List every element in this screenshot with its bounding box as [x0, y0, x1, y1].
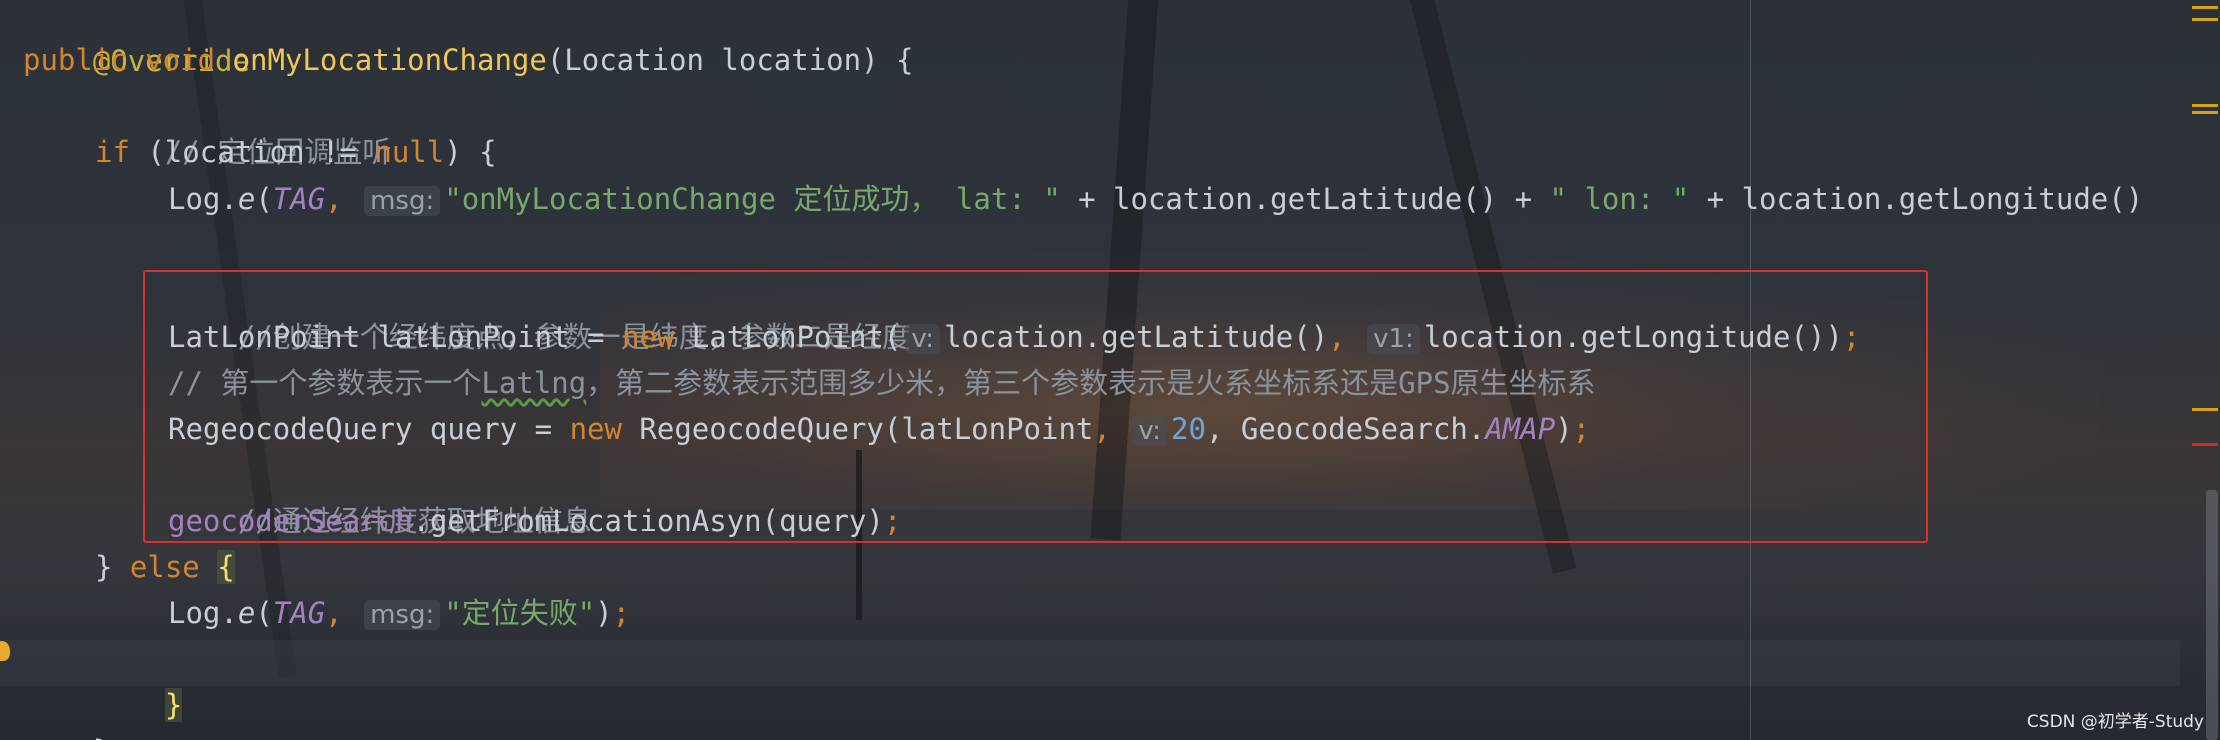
- method-name: onMyLocationChange: [232, 43, 547, 77]
- keyword: new: [621, 320, 675, 354]
- comment: ，第二参数表示范围多少米，第三个参数表示是火系坐标系还是GPS原生坐标系: [586, 366, 1596, 400]
- code-text: LatLonPoint latLonPoint =: [168, 320, 622, 354]
- punctuation: ;: [1572, 412, 1591, 446]
- code-text: .getFromLocationAsyn(query): [412, 504, 884, 538]
- code-text: Log.: [168, 182, 238, 216]
- code-text: location.getLongitude()): [1423, 320, 1843, 354]
- comment-typo: Latlng: [481, 366, 587, 400]
- code-text: ): [1555, 412, 1573, 446]
- code-text: location.getLatitude(): [944, 320, 1329, 354]
- code-line-3[interactable]: // 定位回调监听: [0, 83, 391, 169]
- punctuation: ;: [883, 504, 902, 538]
- code-text: + location.getLatitude() +: [1060, 182, 1550, 216]
- matched-brace: }: [164, 688, 183, 722]
- keyword: null: [374, 135, 445, 169]
- code-line-8[interactable]: LatLonPoint latLonPoint = new LatLonPoin…: [0, 314, 1860, 360]
- code-line-14[interactable]: Log.e(TAG, msg: "定位失败");: [0, 590, 630, 636]
- code-text: (location !=: [129, 135, 375, 169]
- code-line-1[interactable]: @Override: [0, 0, 250, 78]
- closing-brace: }: [93, 734, 110, 740]
- parameter-hint: v1:: [1367, 324, 1420, 354]
- code-line-10[interactable]: RegeocodeQuery query = new RegeocodeQuer…: [0, 406, 1590, 452]
- static-field: AMAP: [1485, 412, 1556, 446]
- code-text: (Location location) {: [546, 43, 914, 77]
- code-text: + location.getLongitude(): [1689, 182, 2144, 216]
- static-field: TAG: [272, 182, 326, 216]
- field-reference: geocoderSearch: [168, 504, 413, 538]
- parameter-hint: v:: [905, 324, 941, 354]
- punctuation: ,: [325, 596, 343, 630]
- string-literal: " lon: ": [1549, 182, 1690, 216]
- punctuation: ;: [612, 596, 631, 630]
- parameter-hint: msg:: [364, 186, 441, 216]
- string-literal: "onMyLocationChange 定位成功， lat: ": [444, 182, 1061, 216]
- code-line-15[interactable]: }: [0, 636, 183, 722]
- keyword: new: [569, 412, 622, 446]
- code-text: RegeocodeQuery query =: [168, 412, 570, 446]
- parameter-hint: v:: [1132, 416, 1168, 446]
- punctuation: ,: [1328, 320, 1346, 354]
- warning-marker[interactable]: [2192, 6, 2218, 9]
- warning-marker[interactable]: [2192, 408, 2218, 411]
- keyword: public: [23, 43, 128, 77]
- code-text: LatLonPoint(: [674, 320, 902, 354]
- code-text: ): [595, 596, 613, 630]
- watermark: CSDN @初学者-Study: [2026, 712, 2204, 732]
- warning-marker[interactable]: [2192, 111, 2218, 114]
- keyword: if: [95, 135, 130, 169]
- code-line-9[interactable]: // 第一个参数表示一个Latlng，第二参数表示范围多少米，第三个参数表示是火…: [0, 360, 1596, 406]
- code-line-2[interactable]: public void onMyLocationChange(Location …: [0, 37, 913, 83]
- method-call: e: [237, 596, 256, 630]
- string-literal: "定位失败": [444, 596, 596, 630]
- code-line-11[interactable]: //通过经纬度获取地址信息: [0, 452, 592, 538]
- parameter-hint: msg:: [364, 600, 441, 630]
- punctuation: ,: [325, 182, 343, 216]
- code-text: RegeocodeQuery(latLonPoint: [621, 412, 1094, 446]
- warning-marker[interactable]: [2192, 18, 2218, 21]
- code-line-4[interactable]: if (location != null) {: [0, 129, 497, 175]
- code-line-7[interactable]: //创建一个经纬度点，参数一是纬度，参数二是经度: [0, 268, 911, 354]
- number-literal: 20: [1171, 412, 1206, 446]
- code-editor[interactable]: @Override public void onMyLocationChange…: [0, 0, 2220, 740]
- code-text: }: [95, 550, 130, 584]
- code-text: ) {: [444, 135, 497, 169]
- static-field: TAG: [272, 596, 326, 630]
- code-line-5[interactable]: Log.e(TAG, msg: "onMyLocationChange 定位成功，…: [0, 176, 2143, 222]
- comment: // 第一个参数表示一个: [168, 366, 482, 400]
- current-line-highlight: [0, 640, 2180, 686]
- code-text: Log.: [168, 596, 238, 630]
- code-line-16[interactable]: }: [0, 682, 110, 740]
- keyword: void: [145, 43, 216, 77]
- method-call: e: [237, 182, 256, 216]
- punctuation: ,: [1093, 412, 1111, 446]
- code-text: (: [255, 182, 273, 216]
- code-text: (: [255, 596, 273, 630]
- matched-brace: {: [217, 550, 235, 584]
- code-text: , GeocodeSearch.: [1205, 412, 1486, 446]
- code-line-13[interactable]: } else {: [0, 544, 235, 590]
- punctuation: ;: [1842, 320, 1861, 354]
- code-line-12[interactable]: geocoderSearch.getFromLocationAsyn(query…: [0, 498, 901, 544]
- warning-marker[interactable]: [2192, 104, 2218, 107]
- error-marker[interactable]: [2192, 443, 2218, 446]
- scrollbar-thumb[interactable]: [2206, 490, 2218, 740]
- keyword: else: [129, 550, 200, 584]
